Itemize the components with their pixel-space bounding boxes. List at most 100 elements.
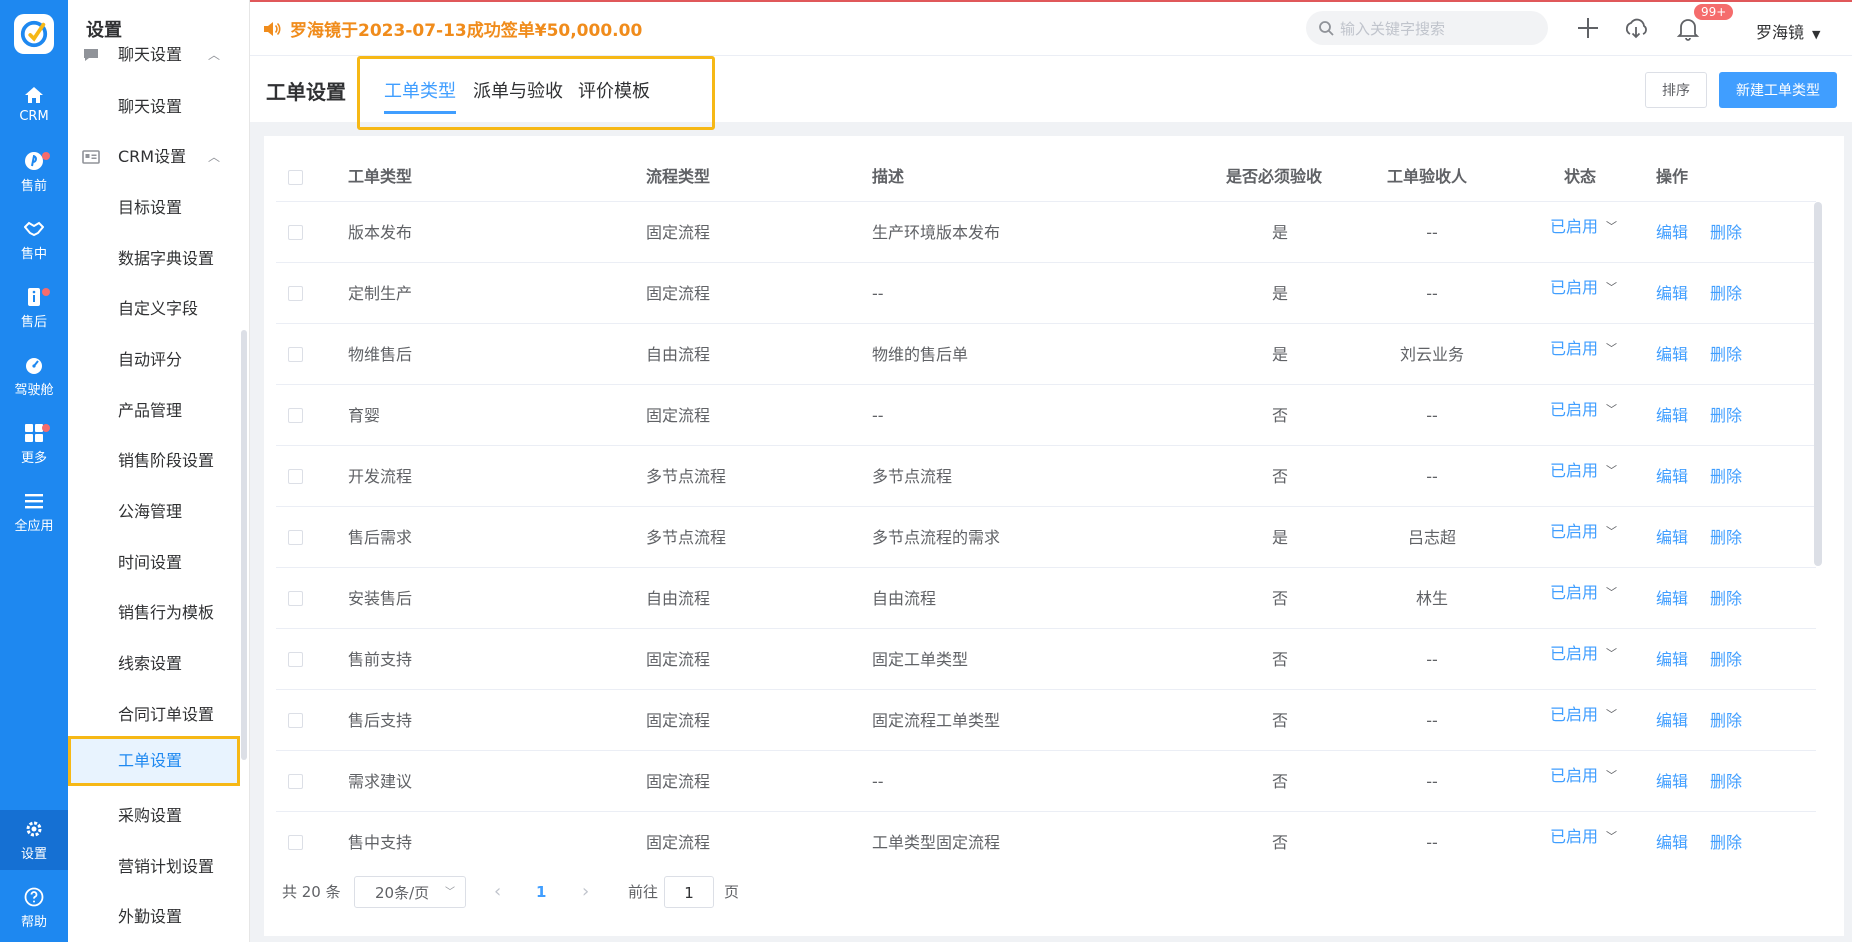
user-menu[interactable]: 罗海镜 ▼ xyxy=(1756,19,1820,43)
tab-dispatch-acceptance[interactable]: 派单与验收 xyxy=(473,77,563,103)
search-input[interactable]: 输入关键字搜索 xyxy=(1306,11,1548,45)
row-checkbox[interactable] xyxy=(288,774,303,789)
edit-link[interactable]: 编辑 xyxy=(1656,202,1688,263)
status-dropdown[interactable]: 已启用 ﹀ xyxy=(1550,684,1617,747)
row-checkbox[interactable] xyxy=(288,286,303,301)
tab-ticket-type[interactable]: 工单类型 xyxy=(384,77,456,114)
sidebar-item-public-pool[interactable]: 公海管理 xyxy=(68,487,249,537)
sidebar-item-custom-fields[interactable]: 自定义字段 xyxy=(68,284,249,334)
table-row[interactable]: 定制生产 固定流程 -- 是 -- 已启用 ﹀ 编辑 删除 xyxy=(276,263,1816,324)
prev-page-icon[interactable]: ‹ xyxy=(494,876,501,908)
row-checkbox[interactable] xyxy=(288,469,303,484)
rail-item-help[interactable]: 帮助 xyxy=(0,878,68,938)
delete-link[interactable]: 删除 xyxy=(1710,324,1742,385)
rail-item-crm[interactable]: CRM xyxy=(0,74,68,134)
goto-page-input[interactable]: 1 xyxy=(664,876,714,908)
edit-link[interactable]: 编辑 xyxy=(1656,507,1688,568)
delete-link[interactable]: 删除 xyxy=(1710,202,1742,263)
sidebar-item-purchase[interactable]: 采购设置 xyxy=(68,791,249,841)
sidebar-item-data-dict[interactable]: 数据字典设置 xyxy=(68,234,249,284)
next-page-icon[interactable]: › xyxy=(582,876,589,908)
row-checkbox[interactable] xyxy=(288,530,303,545)
table-row[interactable]: 育婴 固定流程 -- 否 -- 已启用 ﹀ 编辑 删除 xyxy=(276,385,1816,446)
rail-item-presale[interactable]: 售前 xyxy=(0,142,68,202)
sidebar-item-target[interactable]: 目标设置 xyxy=(68,183,249,233)
sidebar-item-sales-template[interactable]: 销售行为模板 xyxy=(68,588,249,638)
edit-link[interactable]: 编辑 xyxy=(1656,751,1688,812)
table-row[interactable]: 安装售后 自由流程 自由流程否林生 已启用 ﹀ 编辑 删除 xyxy=(276,568,1816,629)
sidebar-item-time[interactable]: 时间设置 xyxy=(68,538,249,588)
table-row[interactable]: 售前支持 固定流程 固定工单类型否 -- 已启用 ﹀ 编辑 删除 xyxy=(276,629,1816,690)
row-checkbox[interactable] xyxy=(288,347,303,362)
sidebar-item-ticket[interactable]: 工单设置 xyxy=(68,736,240,786)
status-dropdown[interactable]: 已启用 ﹀ xyxy=(1550,745,1617,808)
table-row[interactable]: 需求建议 固定流程 -- 否 -- 已启用 ﹀ 编辑 删除 xyxy=(276,751,1816,812)
sort-button[interactable]: 排序 xyxy=(1645,72,1707,108)
sidebar-group-chat[interactable]: 聊天设置 ︿ xyxy=(68,30,249,80)
status-dropdown[interactable]: 已启用 ﹀ xyxy=(1550,202,1617,259)
plus-icon[interactable] xyxy=(1574,14,1602,42)
status-dropdown[interactable]: 已启用 ﹀ xyxy=(1550,623,1617,686)
rail-item-settings[interactable]: 设置 xyxy=(0,810,68,870)
row-checkbox[interactable] xyxy=(288,713,303,728)
tab-evaluation-template[interactable]: 评价模板 xyxy=(578,77,650,103)
edit-link[interactable]: 编辑 xyxy=(1656,812,1688,866)
rail-item-more[interactable]: 更多 xyxy=(0,414,68,474)
delete-link[interactable]: 删除 xyxy=(1710,690,1742,751)
edit-link[interactable]: 编辑 xyxy=(1656,690,1688,751)
edit-link[interactable]: 编辑 xyxy=(1656,324,1688,385)
select-all-checkbox[interactable] xyxy=(288,170,303,185)
sidebar-item-field-work[interactable]: 外勤设置 xyxy=(68,892,249,942)
table-row[interactable]: 售中支持 固定流程 工单类型固定流程否 -- 已启用 ﹀ 编辑 删除 xyxy=(276,812,1816,866)
delete-link[interactable]: 删除 xyxy=(1710,812,1742,866)
status-dropdown[interactable]: 已启用 ﹀ xyxy=(1550,318,1617,381)
delete-link[interactable]: 删除 xyxy=(1710,629,1742,690)
table-row[interactable]: 开发流程 多节点流程 多节点流程否 -- 已启用 ﹀ 编辑 删除 xyxy=(276,446,1816,507)
sidebar-group-crm[interactable]: CRM设置 ︿ xyxy=(68,132,249,182)
status-dropdown[interactable]: 已启用 ﹀ xyxy=(1550,562,1617,625)
sidebar-item-chat-settings[interactable]: 聊天设置 xyxy=(68,82,249,132)
rail-item-aftersale[interactable]: 售后 xyxy=(0,278,68,338)
row-checkbox[interactable] xyxy=(288,408,303,423)
cloud-download-icon[interactable] xyxy=(1622,14,1650,42)
delete-link[interactable]: 删除 xyxy=(1710,751,1742,812)
delete-link[interactable]: 删除 xyxy=(1710,507,1742,568)
rail-item-all-apps[interactable]: 全应用 xyxy=(0,482,68,542)
sidebar-item-leads[interactable]: 线索设置 xyxy=(68,639,249,689)
status-dropdown[interactable]: 已启用 ﹀ xyxy=(1550,501,1617,564)
table-row[interactable]: 物维售后 自由流程 物维的售后单是刘云业务 已启用 ﹀ 编辑 删除 xyxy=(276,324,1816,385)
table-row[interactable]: 售后需求 多节点流程 多节点流程的需求是吕志超 已启用 ﹀ 编辑 删除 xyxy=(276,507,1816,568)
edit-link[interactable]: 编辑 xyxy=(1656,568,1688,629)
app-logo[interactable] xyxy=(14,14,54,54)
rail-item-cockpit[interactable]: 驾驶舱 xyxy=(0,346,68,406)
delete-link[interactable]: 删除 xyxy=(1710,385,1742,446)
edit-link[interactable]: 编辑 xyxy=(1656,629,1688,690)
status-dropdown[interactable]: 已启用 ﹀ xyxy=(1550,257,1617,320)
table-row[interactable]: 版本发布 固定流程 生产环境版本发布 是 -- 已启用 ﹀ 编辑 删除 xyxy=(276,202,1816,263)
row-checkbox[interactable] xyxy=(288,835,303,850)
edit-link[interactable]: 编辑 xyxy=(1656,263,1688,324)
edit-link[interactable]: 编辑 xyxy=(1656,385,1688,446)
status-dropdown[interactable]: 已启用 ﹀ xyxy=(1550,379,1617,442)
edit-link[interactable]: 编辑 xyxy=(1656,446,1688,507)
sidebar-item-marketing[interactable]: 营销计划设置 xyxy=(68,842,249,892)
row-checkbox[interactable] xyxy=(288,591,303,606)
sidebar-item-auto-score[interactable]: 自动评分 xyxy=(68,335,249,385)
delete-link[interactable]: 删除 xyxy=(1710,446,1742,507)
sidebar-item-products[interactable]: 产品管理 xyxy=(68,386,249,436)
page-number-current[interactable]: 1 xyxy=(536,876,546,908)
table-row[interactable]: 售后支持 固定流程 固定流程工单类型否 -- 已启用 ﹀ 编辑 删除 xyxy=(276,690,1816,751)
page-size-select[interactable]: 20条/页 ﹀ xyxy=(354,876,466,908)
sidebar-item-contract[interactable]: 合同订单设置 xyxy=(68,690,249,740)
status-dropdown[interactable]: 已启用 ﹀ xyxy=(1550,440,1617,503)
rail-item-insale[interactable]: 售中 xyxy=(0,210,68,270)
sidebar-scrollbar[interactable] xyxy=(241,330,247,760)
delete-link[interactable]: 删除 xyxy=(1710,568,1742,629)
status-dropdown[interactable]: 已启用 ﹀ xyxy=(1550,806,1617,866)
row-checkbox[interactable] xyxy=(288,225,303,240)
table-scrollbar[interactable] xyxy=(1814,202,1822,566)
sidebar-item-sales-stage[interactable]: 销售阶段设置 xyxy=(68,436,249,486)
row-checkbox[interactable] xyxy=(288,652,303,667)
new-ticket-type-button[interactable]: 新建工单类型 xyxy=(1719,72,1837,108)
delete-link[interactable]: 删除 xyxy=(1710,263,1742,324)
